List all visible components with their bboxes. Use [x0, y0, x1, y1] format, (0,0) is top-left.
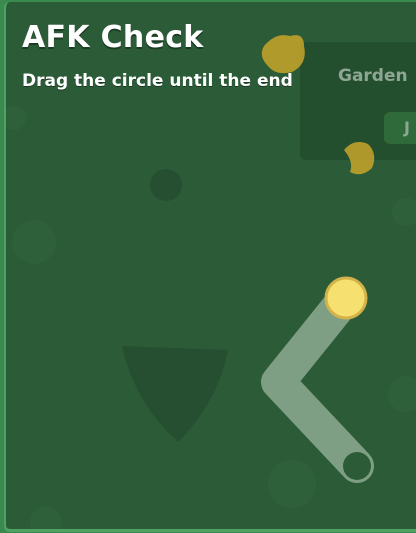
drag-track: [261, 283, 374, 483]
drag-path-area: [261, 276, 374, 483]
drag-target-end: [343, 452, 371, 480]
drag-handle-circle[interactable]: [324, 276, 368, 320]
afk-check-dialog: Garden J AFK Check Drag the circle until…: [4, 2, 416, 532]
